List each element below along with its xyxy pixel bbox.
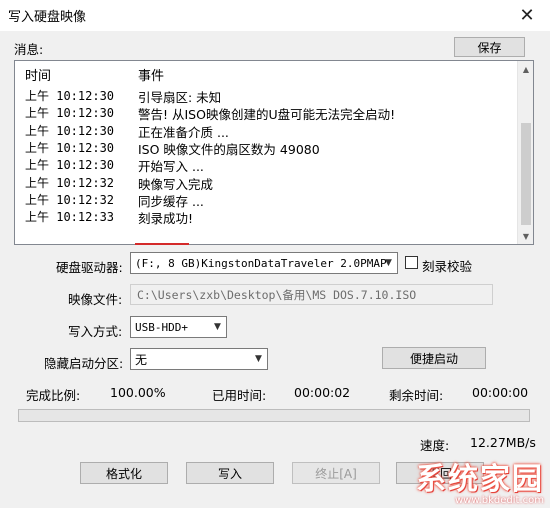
message-time: 上午 10:12:30 bbox=[25, 158, 115, 173]
list-item[interactable]: 上午 10:12:30 引导扇区: 未知 bbox=[15, 87, 518, 105]
speed-value: 12.27MB/s bbox=[470, 435, 536, 450]
window-title: 写入硬盘映像 bbox=[8, 10, 87, 25]
format-button[interactable]: 格式化 bbox=[80, 462, 168, 484]
elapsed-time-value: 00:00:02 bbox=[294, 385, 351, 400]
message-time: 上午 10:12:30 bbox=[25, 140, 115, 155]
remaining-time-value: 00:00:00 bbox=[472, 385, 529, 400]
complete-ratio-value: 100.00% bbox=[110, 385, 166, 400]
list-item[interactable]: 上午 10:12:30 开始写入 ... bbox=[15, 156, 518, 175]
elapsed-time-label: 已用时间: bbox=[212, 388, 267, 403]
messages-label: 消息: bbox=[14, 42, 44, 57]
complete-ratio-label: 完成比例: bbox=[26, 388, 81, 403]
scroll-down-icon[interactable]: ▼ bbox=[518, 228, 534, 244]
message-event: 映像写入完成 bbox=[138, 176, 214, 192]
write-mode-select[interactable]: USB-HDD+ ▼ bbox=[130, 316, 227, 338]
image-file-field[interactable]: C:\Users\zxb\Desktop\备用\MS DOS.7.10.ISO bbox=[130, 284, 493, 305]
watermark-logo: 系统家园 www.bkdedit.com bbox=[416, 462, 544, 507]
quick-boot-button[interactable]: 便捷启动 bbox=[382, 347, 486, 369]
chevron-down-icon: ▼ bbox=[385, 258, 392, 268]
message-event: 引导扇区: 未知 bbox=[138, 90, 222, 105]
list-item[interactable]: 上午 10:12:30 正在准备介质 ... bbox=[15, 122, 518, 140]
write-mode-label: 写入方式: bbox=[68, 324, 123, 339]
scroll-up-icon[interactable]: ▲ bbox=[518, 61, 534, 77]
write-mode-value: USB-HDD+ bbox=[135, 320, 188, 334]
hidden-partition-value: 无 bbox=[135, 352, 148, 367]
message-time: 上午 10:12:32 bbox=[25, 192, 115, 207]
image-file-label: 映像文件: bbox=[68, 292, 123, 307]
list-item[interactable]: 上午 10:12:30 ISO 映像文件的扇区数为 49080 bbox=[15, 139, 518, 157]
message-event: 开始写入 ... bbox=[138, 159, 204, 175]
close-icon[interactable]: ✕ bbox=[504, 0, 550, 31]
drive-label: 硬盘驱动器: bbox=[56, 260, 123, 275]
dialog-body: 消息: 保存 时间 事件 上午 10:12:30 引导扇区: 未知 上午 10:12… bbox=[0, 31, 550, 508]
message-event: 正在准备介质 ... bbox=[138, 124, 229, 140]
remaining-time-label: 剩余时间: bbox=[389, 388, 444, 403]
column-header-event[interactable]: 事件 bbox=[138, 65, 164, 84]
message-time: 上午 10:12:32 bbox=[25, 175, 115, 190]
success-underline bbox=[135, 243, 189, 245]
message-event: 同步缓存 ... bbox=[138, 193, 204, 209]
message-list[interactable]: 时间 事件 上午 10:12:30 引导扇区: 未知 上午 10:12:30 警告! … bbox=[14, 60, 534, 245]
message-time: 上午 10:12:30 bbox=[25, 123, 115, 138]
scroll-thumb[interactable] bbox=[521, 123, 531, 225]
list-item[interactable]: 上午 10:12:32 映像写入完成 bbox=[15, 174, 518, 192]
message-time: 上午 10:12:30 bbox=[25, 89, 115, 103]
message-time: 上午 10:12:30 bbox=[25, 106, 115, 121]
list-item[interactable]: 上午 10:12:33 刻录成功! bbox=[15, 208, 518, 227]
vertical-scrollbar[interactable]: ▲ ▼ bbox=[517, 61, 533, 244]
hidden-partition-select[interactable]: 无 ▼ bbox=[130, 348, 268, 370]
message-list-content: 时间 事件 上午 10:12:30 引导扇区: 未知 上午 10:12:30 警告! … bbox=[15, 61, 518, 244]
progress-bar bbox=[18, 409, 530, 422]
list-item[interactable]: 上午 10:12:32 同步缓存 ... bbox=[15, 191, 518, 209]
write-button[interactable]: 写入 bbox=[186, 462, 274, 484]
message-time: 上午 10:12:33 bbox=[25, 210, 115, 225]
chevron-down-icon: ▼ bbox=[255, 354, 262, 364]
column-header-time[interactable]: 时间 bbox=[25, 65, 51, 84]
drive-select-value: (F:, 8 GB)KingstonDataTraveler 2.0PMAP bbox=[135, 256, 387, 270]
verify-label: 刻录校验 bbox=[422, 259, 473, 274]
stop-button[interactable]: 终止[A] bbox=[292, 462, 380, 484]
chevron-down-icon: ▼ bbox=[214, 322, 221, 332]
title-bar: 写入硬盘映像 ✕ bbox=[0, 0, 550, 31]
message-event: ISO 映像文件的扇区数为 49080 bbox=[138, 141, 320, 157]
hidden-partition-label: 隐藏启动分区: bbox=[44, 356, 124, 371]
message-event: 刻录成功! bbox=[138, 211, 194, 227]
drive-select[interactable]: (F:, 8 GB)KingstonDataTraveler 2.0PMAP ▼ bbox=[130, 252, 398, 274]
image-file-value: C:\Users\zxb\Desktop\备用\MS DOS.7.10.ISO bbox=[137, 287, 417, 302]
verify-checkbox[interactable] bbox=[405, 256, 418, 269]
save-button[interactable]: 保存 bbox=[454, 37, 525, 57]
message-event: 警告! 从ISO映像创建的U盘可能无法完全启动! bbox=[138, 107, 396, 123]
speed-label: 速度: bbox=[420, 438, 450, 453]
watermark-text: 系统家园 bbox=[416, 462, 544, 497]
list-item[interactable]: 上午 10:12:30 警告! 从ISO映像创建的U盘可能无法完全启动! bbox=[15, 104, 518, 123]
